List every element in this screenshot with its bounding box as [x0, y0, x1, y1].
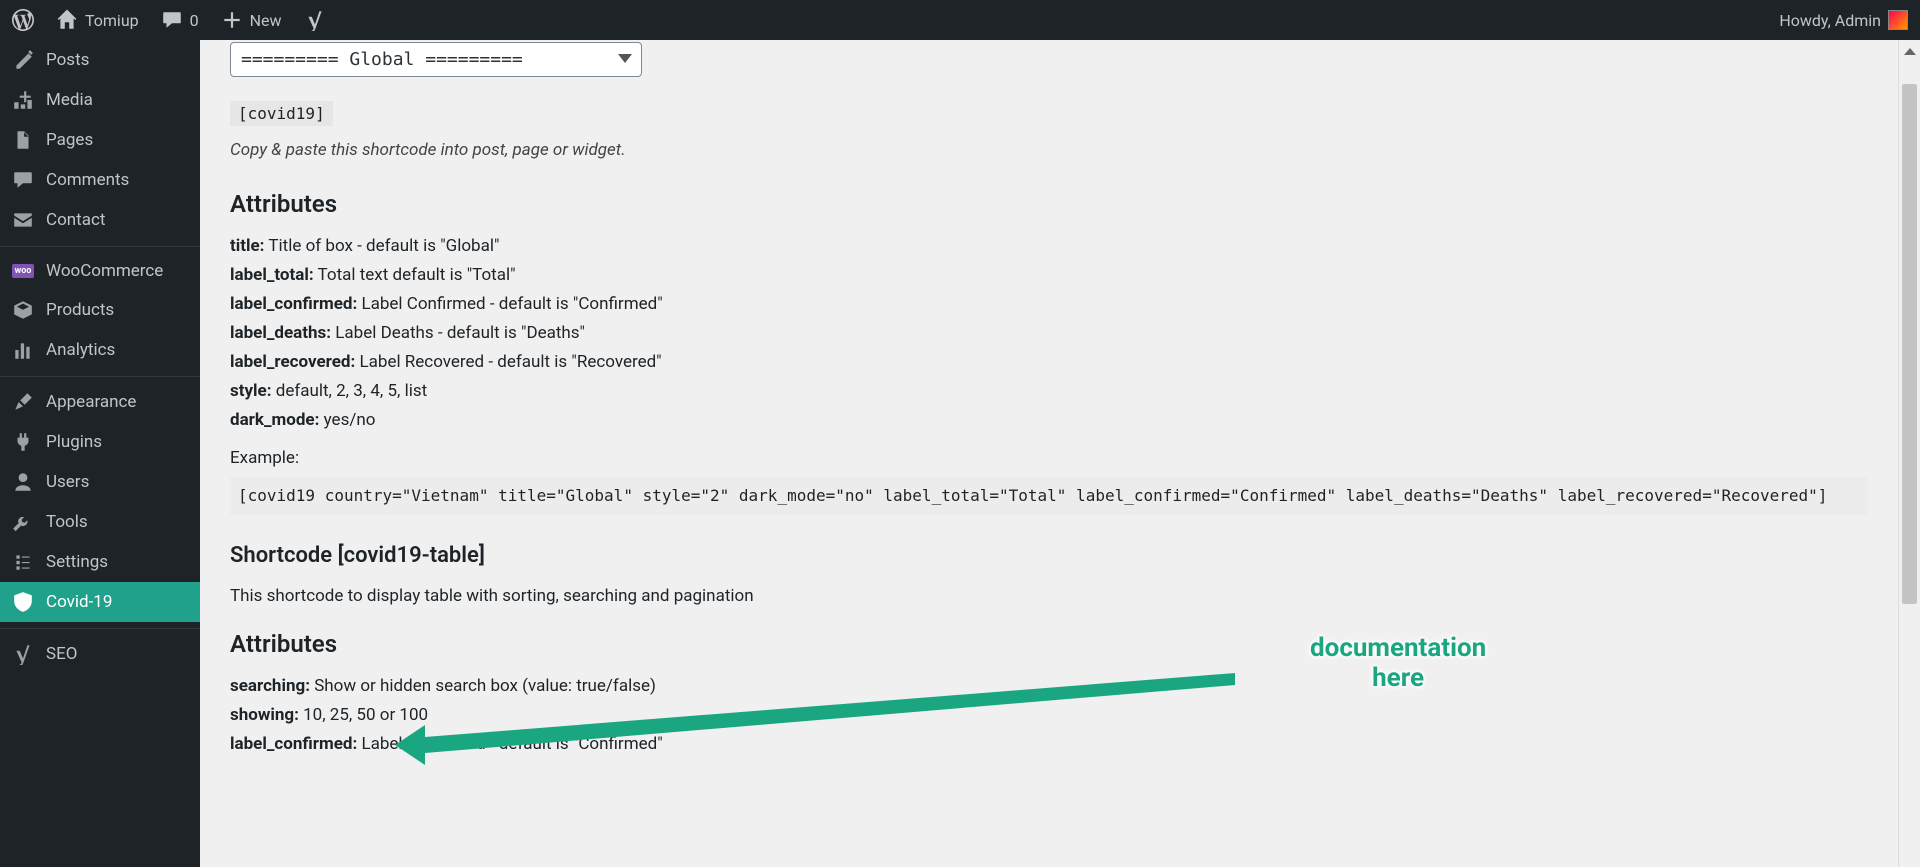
- attribute-line: style: default, 2, 3, 4, 5, list: [230, 381, 1868, 401]
- attribute-line: label_total: Total text default is "Tota…: [230, 265, 1868, 285]
- attribute-line: label_recovered: Label Recovered - defau…: [230, 352, 1868, 372]
- sidebar-item-label: Covid-19: [46, 592, 112, 612]
- new-label: New: [250, 11, 282, 30]
- sidebar-item-label: Products: [46, 300, 114, 320]
- attributes-heading-2: Attributes: [230, 630, 1868, 658]
- sidebar-item-settings[interactable]: Settings: [0, 542, 200, 582]
- attribute-line: title: Title of box - default is "Global…: [230, 236, 1868, 256]
- sidebar-item-label: SEO: [46, 644, 77, 664]
- scrollbar[interactable]: [1898, 40, 1920, 867]
- sidebar-item-posts[interactable]: Posts: [0, 40, 200, 80]
- sidebar-item-label: Comments: [46, 170, 129, 190]
- sidebar-item-label: Analytics: [46, 340, 115, 360]
- yoast-link[interactable]: [304, 9, 326, 31]
- attribute-line: dark_mode: yes/no: [230, 410, 1868, 430]
- shortcode-code: [covid19]: [230, 101, 333, 126]
- admin-toolbar: Tomiup 0 New Howdy, Admin: [0, 0, 1920, 40]
- sidebar-item-label: Pages: [46, 130, 93, 150]
- account-link[interactable]: Howdy, Admin: [1779, 10, 1908, 30]
- example-code: [covid19 country="Vietnam" title="Global…: [230, 477, 1868, 515]
- example-label: Example:: [230, 448, 1868, 468]
- woo-icon: woo: [12, 264, 34, 278]
- sidebar-item-media[interactable]: Media: [0, 80, 200, 120]
- sidebar-item-seo[interactable]: SEO: [0, 628, 200, 674]
- admin-sidebar: Posts Media Pages Comments Contact woo W…: [0, 40, 200, 867]
- country-select[interactable]: ========= Global =========: [230, 42, 642, 77]
- attribute-line: label_confirmed: Label Confirmed - defau…: [230, 294, 1868, 314]
- sidebar-item-label: Media: [46, 90, 93, 110]
- sidebar-item-pages[interactable]: Pages: [0, 120, 200, 160]
- country-select-wrap: ========= Global =========: [230, 42, 642, 77]
- sidebar-item-products[interactable]: Products: [0, 290, 200, 330]
- sidebar-item-woocommerce[interactable]: woo WooCommerce: [0, 246, 200, 290]
- new-content-link[interactable]: New: [221, 9, 282, 31]
- sidebar-item-appearance[interactable]: Appearance: [0, 376, 200, 422]
- attribute-line: showing: 10, 25, 50 or 100: [230, 705, 1868, 725]
- sidebar-item-contact[interactable]: Contact: [0, 200, 200, 240]
- shortcode2-desc: This shortcode to display table with sor…: [230, 586, 1868, 606]
- comments-count: 0: [190, 11, 199, 30]
- attribute-line: searching: Show or hidden search box (va…: [230, 676, 1868, 696]
- sidebar-item-label: Appearance: [46, 392, 136, 412]
- sidebar-item-comments[interactable]: Comments: [0, 160, 200, 200]
- page-content: ========= Global ========= [covid19] Cop…: [200, 40, 1898, 867]
- attributes-heading: Attributes: [230, 190, 1868, 218]
- sidebar-item-label: Settings: [46, 552, 108, 572]
- site-name: Tomiup: [85, 11, 139, 30]
- sidebar-item-label: WooCommerce: [46, 261, 163, 281]
- comments-link[interactable]: 0: [161, 9, 199, 31]
- shortcode-hint: Copy & paste this shortcode into post, p…: [230, 140, 1868, 160]
- howdy-text: Howdy, Admin: [1779, 11, 1881, 30]
- avatar: [1888, 10, 1908, 30]
- sidebar-item-covid19[interactable]: Covid-19: [0, 582, 200, 622]
- wp-logo[interactable]: [12, 9, 34, 31]
- scroll-up-button[interactable]: [1899, 40, 1920, 62]
- sidebar-item-plugins[interactable]: Plugins: [0, 422, 200, 462]
- shortcode2-heading: Shortcode [covid19-table]: [230, 543, 1868, 568]
- sidebar-item-analytics[interactable]: Analytics: [0, 330, 200, 370]
- sidebar-item-tools[interactable]: Tools: [0, 502, 200, 542]
- sidebar-item-label: Tools: [46, 512, 88, 532]
- sidebar-item-label: Plugins: [46, 432, 102, 452]
- site-home-link[interactable]: Tomiup: [56, 9, 139, 31]
- sidebar-item-label: Users: [46, 472, 89, 492]
- attribute-line: label_deaths: Label Deaths - default is …: [230, 323, 1868, 343]
- scroll-thumb[interactable]: [1902, 84, 1917, 604]
- sidebar-item-label: Posts: [46, 50, 89, 70]
- attribute-line: label_confirmed: Label Confirmed - defau…: [230, 734, 1868, 754]
- sidebar-item-users[interactable]: Users: [0, 462, 200, 502]
- sidebar-item-label: Contact: [46, 210, 105, 230]
